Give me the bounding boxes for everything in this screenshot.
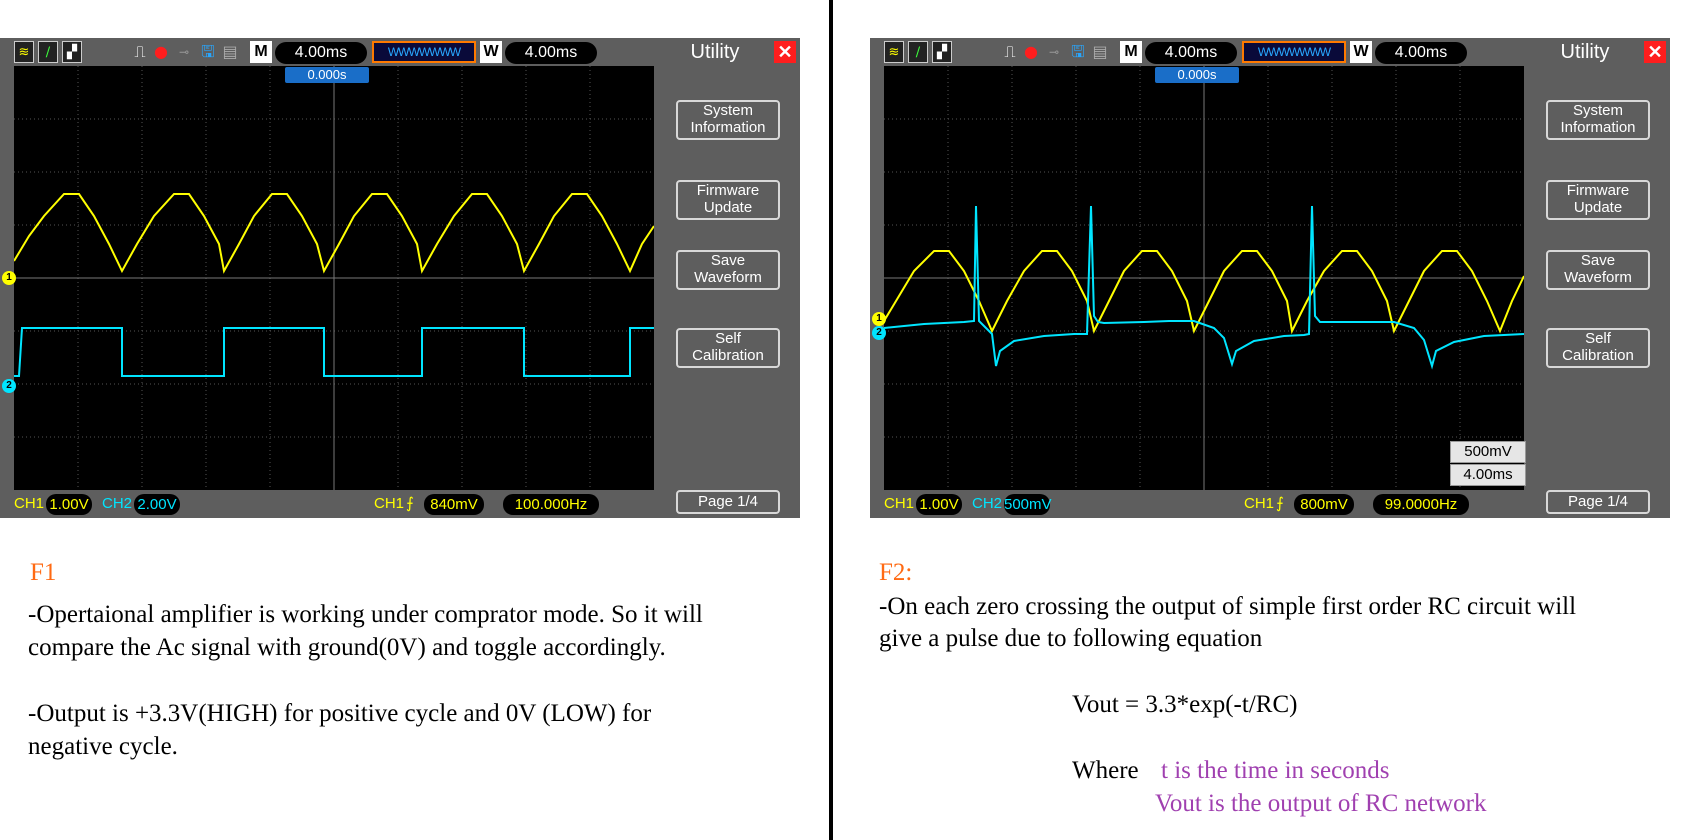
- caption-f2-line: give a pulse due to following equation: [879, 625, 1263, 652]
- rising-edge-icon: ⨍: [406, 495, 414, 512]
- trigger-channel: CH1: [374, 495, 405, 512]
- ch2-scale[interactable]: 500mV: [1004, 494, 1052, 515]
- caption-f1-line: compare the Ac signal with ground(0V) an…: [28, 634, 666, 661]
- waveform-display: 1 2: [872, 66, 1524, 490]
- waveform-grid-svg: [884, 66, 1524, 490]
- caption-f2-title: F2:: [879, 559, 913, 586]
- window-label: W: [480, 41, 502, 63]
- window-time-readout[interactable]: 4.00ms: [1375, 42, 1467, 64]
- cursor-voltage-scale: 500mV: [1450, 441, 1526, 463]
- ch1-waveform-icon[interactable]: ≋: [14, 41, 34, 63]
- ch2-label: CH2: [972, 495, 1003, 512]
- record-icon[interactable]: ●: [152, 41, 170, 63]
- rising-edge-icon: ⨍: [1276, 495, 1284, 512]
- ch1-scale[interactable]: 1.00V: [916, 494, 962, 515]
- caption-f2-line: -On each zero crossing the output of sim…: [879, 593, 1577, 620]
- caption-f1-line: negative cycle.: [28, 733, 178, 760]
- menu-title: Utility: [1560, 41, 1610, 63]
- close-menu-button[interactable]: ✕: [1644, 41, 1666, 63]
- ch1-scale[interactable]: 1.00V: [46, 494, 92, 515]
- ch1-waveform-icon[interactable]: ≋: [884, 41, 904, 63]
- where-label: Where: [1072, 757, 1139, 784]
- trigger-channel: CH1: [1244, 495, 1275, 512]
- print-icon[interactable]: ▤: [220, 41, 240, 63]
- caption-f1-title: F1: [30, 559, 57, 586]
- trigger-pulse-icon[interactable]: ⎍: [998, 41, 1022, 63]
- frequency-readout: 99.0000Hz: [1373, 494, 1469, 515]
- math-icon[interactable]: ∕: [908, 41, 928, 63]
- save-icon[interactable]: 🖫: [198, 41, 218, 63]
- ch1-ground-marker[interactable]: 1: [2, 271, 16, 285]
- rc-equation: Vout = 3.3*exp(-t/RC): [1072, 691, 1298, 718]
- trigger-pulse-icon[interactable]: ⎍: [128, 41, 152, 63]
- firmware-update-button[interactable]: Firmware Update: [1546, 180, 1650, 220]
- trigger-level[interactable]: 800mV: [1294, 494, 1354, 515]
- display-mode-icon[interactable]: ▞: [62, 41, 82, 63]
- scope-toolbar: ≋ ∕ ▞ ⎍ ● ⊸ 🖫 ▤ M 4.00ms WWWWWWW W 4.00m…: [0, 38, 656, 66]
- trigger-position-readout[interactable]: 0.000s: [1155, 67, 1239, 83]
- waveform-display: 1 2: [2, 66, 654, 490]
- scope-toolbar: ≋ ∕ ▞ ⎍ ● ⊸ 🖫 ▤ M 4.00ms WWWWWWW W 4.00m…: [870, 38, 1526, 66]
- page-indicator-button[interactable]: Page 1/4: [1546, 490, 1650, 514]
- page-indicator-button[interactable]: Page 1/4: [676, 490, 780, 514]
- ch2-ground-marker[interactable]: 2: [872, 326, 886, 340]
- close-menu-button[interactable]: ✕: [774, 41, 796, 63]
- menu-title: Utility: [690, 41, 740, 63]
- record-icon[interactable]: ●: [1022, 41, 1040, 63]
- frequency-readout: 100.000Hz: [503, 494, 599, 515]
- save-waveform-button[interactable]: Save Waveform: [1546, 250, 1650, 290]
- trigger-level[interactable]: 840mV: [424, 494, 484, 515]
- system-information-button[interactable]: System Information: [1546, 100, 1650, 140]
- timebase-readout[interactable]: 4.00ms: [275, 42, 367, 64]
- memory-overview: WWWWWWW: [1242, 41, 1346, 63]
- where-item-t: t is the time in seconds: [1161, 757, 1390, 784]
- caption-f1-line: -Opertaional amplifier is working under …: [28, 601, 703, 628]
- ch1-ground-marker[interactable]: 1: [872, 312, 886, 326]
- trigger-position-readout[interactable]: 0.000s: [285, 67, 369, 83]
- math-icon[interactable]: ∕: [38, 41, 58, 63]
- main-timebase-label: M: [250, 41, 272, 63]
- self-calibration-button[interactable]: Self Calibration: [676, 328, 780, 368]
- display-mode-icon[interactable]: ▞: [932, 41, 952, 63]
- scope-screenshot-f2: ≋ ∕ ▞ ⎍ ● ⊸ 🖫 ▤ M 4.00ms WWWWWWW W 4.00m…: [870, 38, 1670, 518]
- self-calibration-button[interactable]: Self Calibration: [1546, 328, 1650, 368]
- key-icon: ⊸: [178, 45, 190, 59]
- scope-status-bar: CH1 1.00V CH2 500mV CH1 ⨍ 800mV 99.0000H…: [870, 490, 1526, 518]
- cursor-time-scale: 4.00ms: [1450, 464, 1526, 486]
- firmware-update-button[interactable]: Firmware Update: [676, 180, 780, 220]
- main-timebase-label: M: [1120, 41, 1142, 63]
- window-label: W: [1350, 41, 1372, 63]
- scope-status-bar: CH1 1.00V CH2 2.00V CH1 ⨍ 840mV 100.000H…: [0, 490, 656, 518]
- timebase-readout[interactable]: 4.00ms: [1145, 42, 1237, 64]
- center-axes: [14, 66, 654, 490]
- save-icon[interactable]: 🖫: [1068, 41, 1088, 63]
- ch2-ground-marker[interactable]: 2: [2, 379, 16, 393]
- ch2-scale[interactable]: 2.00V: [134, 494, 180, 515]
- memory-overview: WWWWWWW: [372, 41, 476, 63]
- scope-screenshot-f1: ≋ ∕ ▞ ⎍ ● ⊸ 🖫 ▤ M 4.00ms WWWWWWW W 4.00m…: [0, 38, 800, 518]
- where-item-vout: Vout is the output of RC network: [1155, 790, 1487, 817]
- ch1-label: CH1: [14, 495, 45, 512]
- caption-f1-line: -Output is +3.3V(HIGH) for positive cycl…: [28, 700, 652, 727]
- ch1-label: CH1: [884, 495, 915, 512]
- save-waveform-button[interactable]: Save Waveform: [676, 250, 780, 290]
- ch2-label: CH2: [102, 495, 133, 512]
- waveform-grid-svg: [14, 66, 654, 490]
- print-icon[interactable]: ▤: [1090, 41, 1110, 63]
- center-axes: [884, 66, 1524, 490]
- key-icon: ⊸: [1048, 45, 1060, 59]
- system-information-button[interactable]: System Information: [676, 100, 780, 140]
- window-time-readout[interactable]: 4.00ms: [505, 42, 597, 64]
- panel-divider: [829, 0, 833, 840]
